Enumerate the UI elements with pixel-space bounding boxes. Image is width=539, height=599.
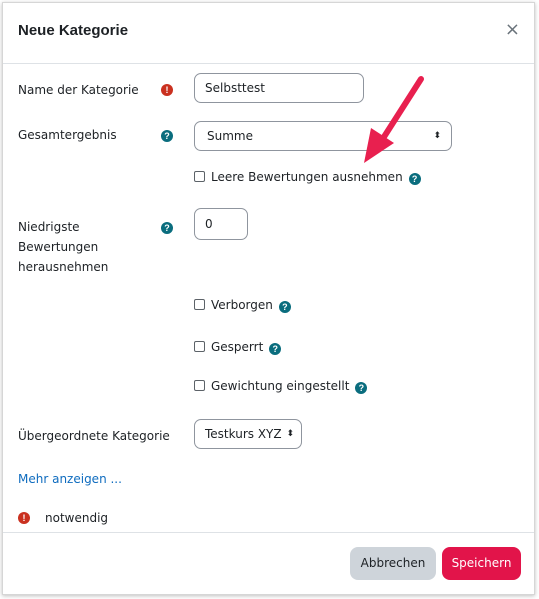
cancel-button[interactable]: Abbrechen	[350, 547, 436, 580]
exclude-empty-checkbox[interactable]	[194, 171, 205, 182]
aggregation-select[interactable]: Summe ⬍	[194, 121, 452, 151]
exclude-empty-label: Leere Bewertungen ausnehmen	[211, 170, 403, 184]
required-icon: !	[18, 512, 30, 524]
weight-adjusted-checkbox[interactable]	[194, 380, 205, 391]
category-name-input[interactable]: Selbsttest	[194, 73, 364, 103]
help-icon[interactable]: ?	[278, 301, 291, 313]
help-icon[interactable]: ?	[408, 173, 421, 185]
hidden-label: Verborgen	[211, 298, 273, 312]
category-name-label: Name der Kategorie	[18, 83, 139, 97]
exclude-empty-checkbox-row[interactable]: Leere Bewertungen ausnehmen?	[194, 169, 421, 185]
dialog-footer: Abbrechen Speichern	[3, 532, 534, 594]
required-note: notwendig	[45, 511, 109, 525]
select-chevron-icon: ⬍	[286, 429, 294, 439]
parent-category-label: Übergeordnete Kategorie	[18, 429, 170, 443]
hidden-checkbox-row[interactable]: Verborgen?	[194, 297, 291, 313]
parent-category-selected-value: Testkurs XYZ	[205, 427, 282, 441]
weight-adjusted-label: Gewichtung eingestellt	[211, 379, 350, 393]
save-button[interactable]: Speichern	[442, 547, 521, 580]
new-category-dialog: Neue Kategorie × Name der Kategorie ! Se…	[2, 2, 535, 595]
help-icon[interactable]: ?	[355, 382, 368, 394]
parent-category-select[interactable]: Testkurs XYZ ⬍	[194, 419, 302, 449]
dialog-header: Neue Kategorie ×	[3, 3, 534, 64]
select-chevron-icon: ⬍	[433, 131, 441, 141]
aggregation-selected-value: Summe	[207, 129, 253, 143]
dialog-title: Neue Kategorie	[18, 22, 129, 39]
weight-adjusted-checkbox-row[interactable]: Gewichtung eingestellt?	[194, 378, 368, 394]
required-icon: !	[161, 84, 173, 96]
aggregation-label: Gesamtergebnis	[18, 128, 117, 142]
close-icon[interactable]: ×	[505, 21, 520, 39]
locked-label: Gesperrt	[211, 340, 264, 354]
drop-lowest-input[interactable]: 0	[194, 208, 248, 240]
show-more-link[interactable]: Mehr anzeigen ...	[18, 472, 122, 486]
help-icon[interactable]: ?	[161, 222, 173, 234]
locked-checkbox[interactable]	[194, 341, 205, 352]
help-icon[interactable]: ?	[269, 343, 282, 355]
drop-lowest-label: Niedrigste Bewertungen herausnehmen	[18, 220, 109, 274]
help-icon[interactable]: ?	[161, 130, 173, 142]
locked-checkbox-row[interactable]: Gesperrt?	[194, 339, 282, 355]
hidden-checkbox[interactable]	[194, 299, 205, 310]
